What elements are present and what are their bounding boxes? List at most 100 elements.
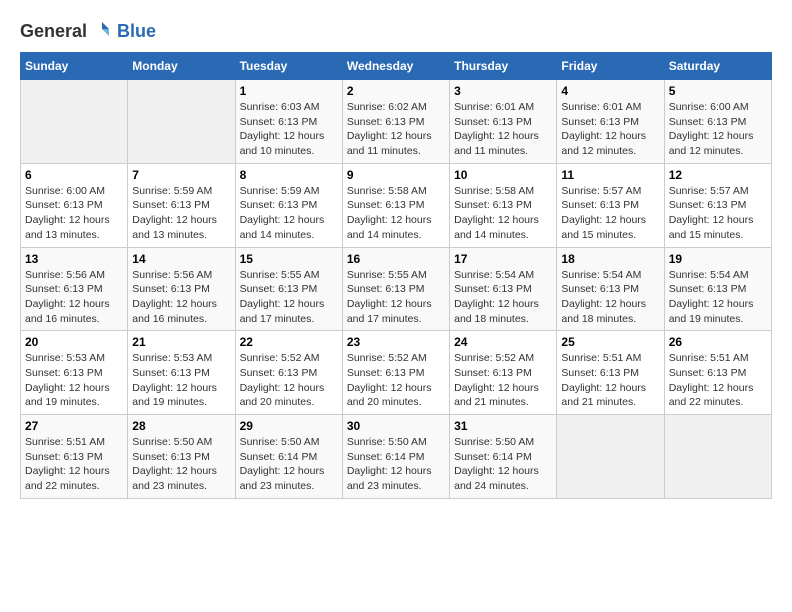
logo-flag-icon <box>91 20 113 42</box>
day-number: 22 <box>240 335 338 349</box>
day-number: 16 <box>347 252 445 266</box>
calendar-cell: 21 Sunrise: 5:53 AMSunset: 6:13 PMDayligh… <box>128 331 235 415</box>
day-info: Sunrise: 5:58 AMSunset: 6:13 PMDaylight:… <box>347 184 445 243</box>
calendar-cell: 9Sunrise: 5:58 AMSunset: 6:13 PMDaylight… <box>342 163 449 247</box>
day-number: 10 <box>454 168 552 182</box>
day-info: Sunrise: 5:55 AMSunset: 6:13 PMDaylight:… <box>240 268 338 327</box>
day-number: 24 <box>454 335 552 349</box>
weekday-header-wednesday: Wednesday <box>342 53 449 80</box>
calendar-cell: 30 Sunrise: 5:50 AMSunset: 6:14 PMDayligh… <box>342 415 449 499</box>
day-info: Sunrise: 6:01 AMSunset: 6:13 PMDaylight:… <box>561 100 659 159</box>
calendar-cell: 14 Sunrise: 5:56 AMSunset: 6:13 PMDayligh… <box>128 247 235 331</box>
day-info: Sunrise: 5:56 AMSunset: 6:13 PMDaylight:… <box>25 268 123 327</box>
day-number: 19 <box>669 252 767 266</box>
calendar-week-4: 20 Sunrise: 5:53 AMSunset: 6:13 PMDayligh… <box>21 331 772 415</box>
day-info: Sunrise: 5:54 AMSunset: 6:13 PMDaylight:… <box>669 268 767 327</box>
day-number: 1 <box>240 84 338 98</box>
day-number: 28 <box>132 419 230 433</box>
day-info: Sunrise: 5:53 AMSunset: 6:13 PMDaylight:… <box>25 351 123 410</box>
weekday-header-sunday: Sunday <box>21 53 128 80</box>
weekday-header-row: SundayMondayTuesdayWednesdayThursdayFrid… <box>21 53 772 80</box>
day-number: 12 <box>669 168 767 182</box>
calendar-week-1: 1 Sunrise: 6:03 AMSunset: 6:13 PMDaylight… <box>21 80 772 164</box>
day-number: 3 <box>454 84 552 98</box>
day-number: 15 <box>240 252 338 266</box>
day-number: 2 <box>347 84 445 98</box>
day-number: 21 <box>132 335 230 349</box>
day-info: Sunrise: 6:00 AMSunset: 6:13 PMDaylight:… <box>669 100 767 159</box>
calendar-table: SundayMondayTuesdayWednesdayThursdayFrid… <box>20 52 772 499</box>
calendar-cell: 20 Sunrise: 5:53 AMSunset: 6:13 PMDayligh… <box>21 331 128 415</box>
day-info: Sunrise: 5:52 AMSunset: 6:13 PMDaylight:… <box>347 351 445 410</box>
calendar-cell: 13Sunrise: 5:56 AMSunset: 6:13 PMDayligh… <box>21 247 128 331</box>
calendar-cell: 2 Sunrise: 6:02 AMSunset: 6:13 PMDaylight… <box>342 80 449 164</box>
day-number: 30 <box>347 419 445 433</box>
day-number: 31 <box>454 419 552 433</box>
day-info: Sunrise: 6:03 AMSunset: 6:13 PMDaylight:… <box>240 100 338 159</box>
day-number: 20 <box>25 335 123 349</box>
day-number: 8 <box>240 168 338 182</box>
calendar-cell: 1 Sunrise: 6:03 AMSunset: 6:13 PMDaylight… <box>235 80 342 164</box>
day-number: 14 <box>132 252 230 266</box>
calendar-cell <box>557 415 664 499</box>
day-info: Sunrise: 5:54 AMSunset: 6:13 PMDaylight:… <box>454 268 552 327</box>
calendar-cell: 15 Sunrise: 5:55 AMSunset: 6:13 PMDayligh… <box>235 247 342 331</box>
day-info: Sunrise: 6:02 AMSunset: 6:13 PMDaylight:… <box>347 100 445 159</box>
calendar-cell: 8 Sunrise: 5:59 AMSunset: 6:13 PMDaylight… <box>235 163 342 247</box>
calendar-cell: 31 Sunrise: 5:50 AMSunset: 6:14 PMDayligh… <box>450 415 557 499</box>
calendar-week-5: 27Sunrise: 5:51 AMSunset: 6:13 PMDayligh… <box>21 415 772 499</box>
day-info: Sunrise: 6:00 AMSunset: 6:13 PMDaylight:… <box>25 184 123 243</box>
day-info: Sunrise: 5:50 AMSunset: 6:14 PMDaylight:… <box>454 435 552 494</box>
day-info: Sunrise: 5:50 AMSunset: 6:14 PMDaylight:… <box>240 435 338 494</box>
calendar-cell: 12 Sunrise: 5:57 AMSunset: 6:13 PMDayligh… <box>664 163 771 247</box>
day-number: 17 <box>454 252 552 266</box>
calendar-cell: 23 Sunrise: 5:52 AMSunset: 6:13 PMDayligh… <box>342 331 449 415</box>
calendar-week-2: 6 Sunrise: 6:00 AMSunset: 6:13 PMDaylight… <box>21 163 772 247</box>
day-info: Sunrise: 5:50 AMSunset: 6:13 PMDaylight:… <box>132 435 230 494</box>
day-number: 5 <box>669 84 767 98</box>
day-info: Sunrise: 5:56 AMSunset: 6:13 PMDaylight:… <box>132 268 230 327</box>
day-info: Sunrise: 5:54 AMSunset: 6:13 PMDaylight:… <box>561 268 659 327</box>
calendar-cell: 4Sunrise: 6:01 AMSunset: 6:13 PMDaylight… <box>557 80 664 164</box>
logo-general: General <box>20 21 87 42</box>
day-info: Sunrise: 5:53 AMSunset: 6:13 PMDaylight:… <box>132 351 230 410</box>
calendar-cell: 6 Sunrise: 6:00 AMSunset: 6:13 PMDaylight… <box>21 163 128 247</box>
weekday-header-friday: Friday <box>557 53 664 80</box>
day-info: Sunrise: 5:52 AMSunset: 6:13 PMDaylight:… <box>454 351 552 410</box>
calendar-cell: 28 Sunrise: 5:50 AMSunset: 6:13 PMDayligh… <box>128 415 235 499</box>
day-info: Sunrise: 5:57 AMSunset: 6:13 PMDaylight:… <box>669 184 767 243</box>
calendar-cell: 16 Sunrise: 5:55 AMSunset: 6:13 PMDayligh… <box>342 247 449 331</box>
calendar-week-3: 13Sunrise: 5:56 AMSunset: 6:13 PMDayligh… <box>21 247 772 331</box>
weekday-header-saturday: Saturday <box>664 53 771 80</box>
day-info: Sunrise: 5:55 AMSunset: 6:13 PMDaylight:… <box>347 268 445 327</box>
day-info: Sunrise: 5:52 AMSunset: 6:13 PMDaylight:… <box>240 351 338 410</box>
calendar-cell: 27Sunrise: 5:51 AMSunset: 6:13 PMDayligh… <box>21 415 128 499</box>
day-info: Sunrise: 5:50 AMSunset: 6:14 PMDaylight:… <box>347 435 445 494</box>
calendar-cell: 25Sunrise: 5:51 AMSunset: 6:13 PMDayligh… <box>557 331 664 415</box>
day-info: Sunrise: 5:59 AMSunset: 6:13 PMDaylight:… <box>132 184 230 243</box>
day-number: 23 <box>347 335 445 349</box>
day-number: 29 <box>240 419 338 433</box>
calendar-cell: 19 Sunrise: 5:54 AMSunset: 6:13 PMDayligh… <box>664 247 771 331</box>
day-number: 25 <box>561 335 659 349</box>
calendar-cell: 26Sunrise: 5:51 AMSunset: 6:13 PMDayligh… <box>664 331 771 415</box>
calendar-cell: 11 Sunrise: 5:57 AMSunset: 6:13 PMDayligh… <box>557 163 664 247</box>
day-info: Sunrise: 6:01 AMSunset: 6:13 PMDaylight:… <box>454 100 552 159</box>
day-number: 18 <box>561 252 659 266</box>
day-info: Sunrise: 5:57 AMSunset: 6:13 PMDaylight:… <box>561 184 659 243</box>
calendar-cell <box>664 415 771 499</box>
calendar-cell <box>21 80 128 164</box>
day-info: Sunrise: 5:51 AMSunset: 6:13 PMDaylight:… <box>25 435 123 494</box>
calendar-cell: 3 Sunrise: 6:01 AMSunset: 6:13 PMDaylight… <box>450 80 557 164</box>
day-number: 6 <box>25 168 123 182</box>
day-info: Sunrise: 5:59 AMSunset: 6:13 PMDaylight:… <box>240 184 338 243</box>
logo: General Blue <box>20 20 156 42</box>
calendar-cell: 29 Sunrise: 5:50 AMSunset: 6:14 PMDayligh… <box>235 415 342 499</box>
page-header: General Blue <box>20 20 772 42</box>
calendar-cell: 10 Sunrise: 5:58 AMSunset: 6:13 PMDayligh… <box>450 163 557 247</box>
calendar-cell: 18 Sunrise: 5:54 AMSunset: 6:13 PMDayligh… <box>557 247 664 331</box>
day-number: 11 <box>561 168 659 182</box>
day-number: 26 <box>669 335 767 349</box>
weekday-header-tuesday: Tuesday <box>235 53 342 80</box>
day-info: Sunrise: 5:58 AMSunset: 6:13 PMDaylight:… <box>454 184 552 243</box>
